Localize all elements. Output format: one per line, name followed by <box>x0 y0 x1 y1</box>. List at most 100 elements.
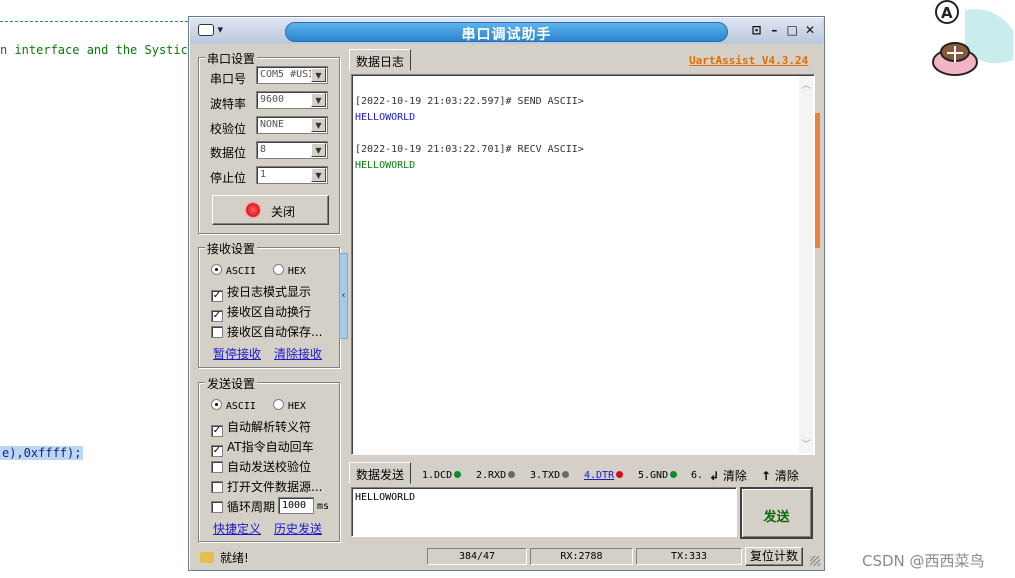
stopbits-select[interactable]: 1 ▼ <box>256 166 328 184</box>
led-icon <box>508 471 516 478</box>
signal-dtr[interactable]: 4.DTR <box>584 470 624 481</box>
status-bar: 就绪! 384/47 RX:2788 TX:333 复位计数 <box>190 545 823 569</box>
close-window-button[interactable]: ✕ <box>803 23 817 37</box>
radio-label: HEX <box>287 266 306 277</box>
send-button[interactable]: 发送 <box>740 487 813 539</box>
clear-counter-button[interactable]: ↑ 清除 <box>761 467 799 484</box>
radio-label: ASCII <box>225 401 256 412</box>
pause-receive-link[interactable]: 暂停接收 <box>213 345 261 362</box>
reset-count-button[interactable]: 复位计数 <box>745 547 803 566</box>
period-input[interactable]: 1000 <box>278 497 314 514</box>
log-line: HELLOWORLD <box>355 112 416 123</box>
log-scrollbar[interactable]: ︿ ﹀ <box>799 76 813 453</box>
window-title: 串口调试助手 <box>461 27 552 43</box>
status-text: 就绪! <box>220 551 249 565</box>
led-icon <box>454 471 462 478</box>
port-select[interactable]: COM5 #USI ▼ <box>256 66 328 84</box>
editor-code-line: n interface and the Systick. <box>0 43 203 57</box>
databits-select[interactable]: 8 ▼ <box>256 141 328 159</box>
checkbox-label: 按日志模式显示 <box>227 285 312 299</box>
group-title: 串口设置 <box>205 50 258 67</box>
status-ready: 就绪! <box>200 549 249 566</box>
chevron-down-icon: ▾ <box>217 23 224 36</box>
parity-label: 校验位 <box>210 122 247 136</box>
uart-assist-window: ▾ 串口调试助手 ⊡ – □ ✕ 串口设置 串口号 COM5 #USI ▼ 波特率… <box>188 16 825 571</box>
scrollbar-thumb[interactable] <box>815 113 820 248</box>
radio-label: HEX <box>287 401 306 412</box>
log-mode-checkbox[interactable]: ✓ 按日志模式显示 <box>211 283 311 302</box>
clear-send-button[interactable]: ↲ 清除 <box>709 467 747 484</box>
rx-counter: RX:2788 <box>530 548 633 565</box>
decorative-sticker-icon: A <box>925 0 1015 80</box>
panel-collapse-handle[interactable]: ‹ <box>339 253 348 339</box>
period-unit: ms <box>317 501 330 512</box>
signal-label: 5.GND <box>638 470 669 481</box>
receive-hex-radio[interactable]: HEX <box>273 263 306 277</box>
radio-off-icon <box>273 264 284 275</box>
return-arrow-icon: ↲ <box>709 469 720 483</box>
checkbox-label: 自动解析转义符 <box>227 420 312 434</box>
chevron-down-icon: ▼ <box>311 68 326 82</box>
close-port-button[interactable]: 关闭 <box>212 195 329 225</box>
escape-checkbox[interactable]: ✓ 自动解析转义符 <box>211 418 311 437</box>
at-crlf-checkbox[interactable]: ✓ AT指令自动回车 <box>211 438 314 457</box>
up-arrow-icon: ↑ <box>761 469 772 483</box>
auto-checksum-checkbox[interactable]: 自动发送校验位 <box>211 458 311 475</box>
check-icon: ✓ <box>211 445 223 457</box>
history-link[interactable]: 历史发送 <box>274 520 322 537</box>
auto-save-checkbox[interactable]: 接收区自动保存... <box>211 323 322 340</box>
send-text: HELLOWORLD <box>355 492 416 503</box>
clear-label: 清除 <box>722 469 747 483</box>
receive-log[interactable]: [2022-10-19 21:03:22.597]# SEND ASCII> H… <box>351 74 815 455</box>
send-label: 发送 <box>763 510 790 525</box>
open-file-checkbox[interactable]: 打开文件数据源... <box>211 478 322 495</box>
cursor-position: 384/47 <box>427 548 527 565</box>
baud-label: 波特率 <box>210 97 247 111</box>
check-icon: ✓ <box>211 290 223 302</box>
chevron-down-icon: ▼ <box>311 143 326 157</box>
title-pill: 串口调试助手 <box>285 22 728 43</box>
tab-data-send[interactable]: 数据发送 <box>349 462 412 484</box>
system-menu-button[interactable]: ▾ <box>198 23 236 39</box>
loop-period-checkbox[interactable]: 循环周期 <box>211 498 275 515</box>
chevron-down-icon: ▼ <box>311 93 326 107</box>
pin-icon[interactable]: ⊡ <box>750 23 764 37</box>
clear-label: 清除 <box>774 469 799 483</box>
send-input[interactable]: HELLOWORLD <box>351 487 737 537</box>
led-icon <box>670 471 678 478</box>
parity-select[interactable]: NONE ▼ <box>256 116 328 134</box>
maximize-button[interactable]: □ <box>785 23 799 37</box>
chevron-up-icon[interactable]: ︿ <box>799 78 813 92</box>
parity-value: NONE <box>260 119 285 130</box>
checkbox-label: AT指令自动回车 <box>227 440 314 454</box>
hand-icon <box>200 552 214 563</box>
auto-wrap-checkbox[interactable]: ✓ 接收区自动换行 <box>211 303 311 322</box>
baud-select[interactable]: 9600 ▼ <box>256 91 328 109</box>
tab-data-log[interactable]: 数据日志 <box>349 49 412 71</box>
title-bar[interactable]: ▾ 串口调试助手 ⊡ – □ ✕ <box>190 18 823 44</box>
databits-value: 8 <box>260 144 267 155</box>
clear-receive-link[interactable]: 清除接收 <box>274 345 322 362</box>
unchecked-icon <box>211 461 223 473</box>
receive-ascii-radio[interactable]: ASCII <box>211 263 256 277</box>
chevron-down-icon: ▼ <box>311 118 326 132</box>
send-hex-radio[interactable]: HEX <box>273 398 306 412</box>
signal-6: 6. <box>691 470 704 481</box>
signal-label: 2.RXD <box>476 470 507 481</box>
log-line: [2022-10-19 21:03:22.597]# SEND ASCII> <box>355 96 584 107</box>
window-controls: ⊡ – □ ✕ <box>750 23 817 37</box>
checkbox-label: 循环周期 <box>227 500 276 514</box>
minimize-button[interactable]: – <box>767 23 781 37</box>
version-link[interactable]: UartAssist V4.3.24 <box>689 54 808 67</box>
signal-gnd: 5.GND <box>638 470 678 481</box>
chevron-down-icon[interactable]: ﹀ <box>799 437 813 451</box>
send-ascii-radio[interactable]: ASCII <box>211 398 256 412</box>
group-title: 发送设置 <box>205 375 258 392</box>
resize-grip[interactable] <box>810 556 820 566</box>
status-led-icon <box>246 203 260 217</box>
shortcut-link[interactable]: 快捷定义 <box>213 520 261 537</box>
tx-counter: TX:333 <box>636 548 742 565</box>
signal-txd: 3.TXD <box>530 470 570 481</box>
editor-code-line-selected: e),0xffff); <box>0 446 84 460</box>
unchecked-icon <box>211 326 223 338</box>
